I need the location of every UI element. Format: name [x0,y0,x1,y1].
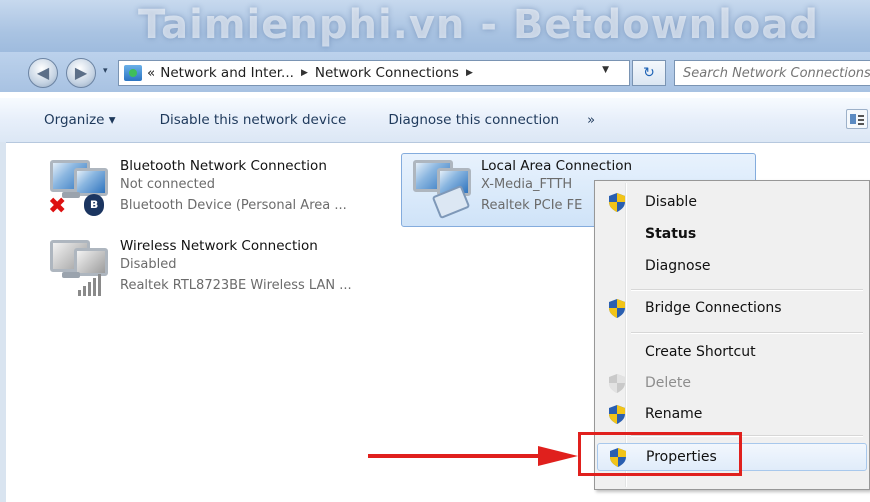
connection-device: Realtek RTL8723BE Wireless LAN ... [120,278,352,293]
menu-item-label: Status [645,226,697,242]
diagnose-connection-button[interactable]: Diagnose this connection [388,112,559,128]
forward-button[interactable]: ▶ [66,58,96,88]
disconnected-x-icon: ✖ [48,194,67,219]
menu-item-label: Disable [645,194,697,210]
uac-shield-disabled-icon [609,374,625,393]
connection-name: Wireless Network Connection [120,238,318,254]
connection-status: Disabled [120,257,177,272]
bluetooth-icon: ʙ [84,194,104,216]
breadcrumb-network-internet[interactable]: Network and Inter... [160,65,294,81]
menu-separator [631,289,863,291]
wireless-adapter-icon [44,236,110,302]
command-bar: Organize ▾ Disable this network device D… [0,98,870,143]
search-box[interactable] [674,60,870,86]
change-view-icon[interactable] [846,109,868,129]
forward-arrow-icon: ▶ [74,63,88,82]
back-arrow-icon: ◀ [36,63,50,82]
connection-name: Bluetooth Network Connection [120,158,327,174]
menu-item-delete[interactable]: Delete [597,370,867,398]
menu-item-label: Bridge Connections [645,300,782,316]
connection-item-bluetooth[interactable]: ✖ ʙ Bluetooth Network Connection Not con… [40,156,380,230]
menu-item-label: Delete [645,375,691,391]
window-titlebar: Taimienphi.vn - Betdownload [0,0,870,60]
menu-item-label: Create Shortcut [645,344,756,360]
more-commands-button[interactable]: » [587,113,595,128]
breadcrumb-separator-icon[interactable]: ▶ [466,68,473,78]
refresh-button[interactable]: ↻ [632,60,666,86]
network-adapter-icon: ✖ ʙ [44,156,110,222]
menu-item-disable[interactable]: Disable [597,189,867,217]
menu-item-diagnose[interactable]: Diagnose [597,253,867,281]
connection-name: Local Area Connection [481,158,633,174]
properties-highlight-box [578,432,742,476]
menu-item-create-shortcut[interactable]: Create Shortcut [597,339,867,367]
menu-item-label: Diagnose [645,258,711,274]
control-panel-icon [124,65,142,81]
uac-shield-icon [609,299,625,318]
connection-device: Bluetooth Device (Personal Area ... [120,198,347,213]
refresh-icon: ↻ [643,65,655,81]
breadcrumb-network-connections[interactable]: Network Connections [315,65,459,81]
breadcrumb-separator-icon[interactable]: ▶ [301,68,308,78]
red-arrow-icon [368,446,578,466]
watermark-text: Taimienphi.vn - Betdownload [138,2,819,48]
disable-device-button[interactable]: Disable this network device [160,112,347,128]
menu-item-bridge-connections[interactable]: Bridge Connections [597,295,867,323]
connection-item-wireless[interactable]: Wireless Network Connection Disabled Rea… [40,236,380,310]
address-bar[interactable]: « Network and Inter... ▶ Network Connect… [118,60,630,86]
ethernet-adapter-icon [407,156,473,222]
breadcrumb-overflow[interactable]: « [147,65,155,81]
uac-shield-icon [609,193,625,212]
uac-shield-icon [609,405,625,424]
recent-pages-dropdown[interactable]: ▾ [103,66,115,80]
menu-item-rename[interactable]: Rename [597,401,867,429]
organize-button[interactable]: Organize ▾ [44,112,116,128]
pane-border [0,142,6,502]
menu-separator [631,332,863,334]
back-button[interactable]: ◀ [28,58,58,88]
address-dropdown-icon[interactable]: ▼ [602,65,609,75]
signal-bars-icon [78,274,106,296]
menu-item-status[interactable]: Status [597,221,867,249]
local-area-content: Local Area Connection X-Media_FTTH Realt… [405,156,632,228]
menu-item-label: Rename [645,406,703,422]
connection-status: Not connected [120,177,215,192]
search-input[interactable] [675,61,870,85]
